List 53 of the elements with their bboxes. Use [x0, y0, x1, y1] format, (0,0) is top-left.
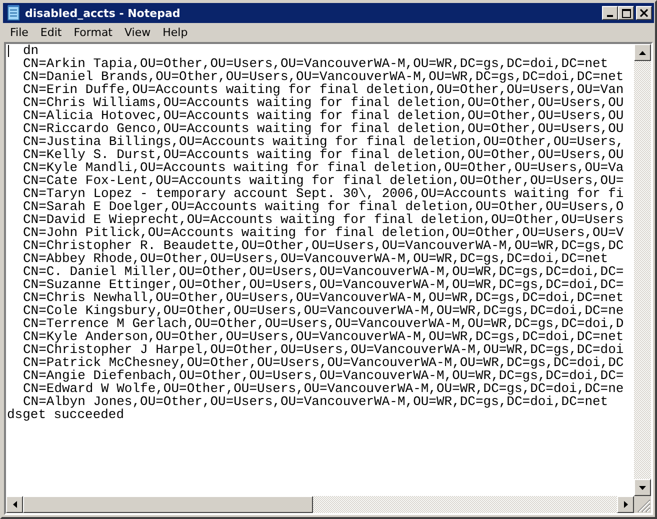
text-line: CN=Erin Duffe,OU=Accounts waiting for final deletion,OU=Other,OU=Users,OU=Van: [23, 83, 624, 96]
text-line: CN=Edward W Wolfe,OU=Other,OU=Users,OU=VancouverWA-M,OU=WR,DC=gs,DC=doi,DC=ne: [23, 382, 624, 395]
left-arrow-icon: [12, 501, 16, 508]
text-line: CN=Daniel Brands,OU=Other,OU=Users,OU=VancouverWA-M,OU=WR,DC=gs,DC=doi,DC=net: [23, 70, 624, 83]
text-line: CN=Sarah E Doelger,OU=Accounts waiting for final deletion,OU=Other,OU=Users,O: [23, 200, 624, 213]
right-arrow-icon: [624, 501, 628, 508]
text-line: CN=Riccardo Genco,OU=Accounts waiting for final deletion,OU=Other,OU=Users,OU: [23, 122, 624, 135]
scroll-left-button[interactable]: [6, 496, 23, 513]
horizontal-scrollbar[interactable]: [6, 496, 634, 513]
text-line: CN=Christopher R. Beaudette,OU=Other,OU=Users,OU=VancouverWA-M,OU=WR,DC=gs,DC: [23, 239, 624, 252]
text-line: CN=John Pitlick,OU=Accounts waiting for final deletion,OU=Other,OU=Users,OU=V: [23, 226, 624, 239]
text-line: CN=Chris Williams,OU=Accounts waiting for final deletion,OU=Other,OU=Users,OU: [23, 96, 624, 109]
maximize-button[interactable]: [618, 6, 634, 20]
text-line: CN=Alicia Hotovec,OU=Accounts waiting for final deletion,OU=Other,OU=Users,OU: [23, 109, 624, 122]
text-line: CN=Kyle Anderson,OU=Other,OU=Users,OU=VancouverWA-M,OU=WR,DC=gs,DC=doi,DC=net: [23, 330, 624, 343]
scroll-thumb[interactable]: [23, 496, 313, 513]
close-icon: [640, 9, 648, 17]
text-line: CN=Terrence M Gerlach,OU=Other,OU=Users,OU=VancouverWA-M,OU=WR,DC=gs,DC=doi,D: [23, 317, 624, 330]
maximize-icon: [622, 8, 630, 18]
text-line: CN=Taryn Lopez - temporary account Sept. 30\, 2006,OU=Accounts waiting for fi: [23, 187, 624, 200]
scroll-up-button[interactable]: [634, 44, 651, 61]
text-cursor: [8, 45, 9, 57]
up-arrow-icon: [639, 50, 646, 54]
minimize-button[interactable]: [602, 6, 618, 20]
menu-item[interactable]: View: [118, 26, 157, 39]
window-title: disabled_accts - Notepad: [25, 6, 182, 20]
text-line: CN=Abbey Rhode,OU=Other,OU=Users,OU=VancouverWA-M,OU=WR,DC=gs,DC=doi,DC=net: [23, 252, 608, 265]
text-line: CN=Chris Newhall,OU=Other,OU=Users,OU=VancouverWA-M,OU=WR,DC=gs,DC=doi,DC=net: [23, 291, 624, 304]
menu-item[interactable]: Format: [68, 26, 118, 39]
close-button[interactable]: [636, 6, 652, 20]
text-line: CN=David E Wieprecht,OU=Accounts waiting for final deletion,OU=Other,OU=Users: [23, 213, 624, 226]
text-line: CN=Christopher J Harpel,OU=Other,OU=Users,OU=VancouverWA-M,OU=WR,DC=gs,DC=doi: [23, 343, 624, 356]
notepad-icon: [7, 5, 21, 21]
menu-item[interactable]: Help: [156, 26, 194, 39]
text-line: CN=Angie Diefenbach,OU=Other,OU=Users,OU=VancouverWA-M,OU=WR,DC=gs,DC=doi,DC=: [23, 369, 624, 382]
text-line: CN=Kyle Mandli,OU=Accounts waiting for final deletion,OU=Other,OU=Users,OU=Va: [23, 161, 624, 174]
text-line: CN=Arkin Tapia,OU=Other,OU=Users,OU=VancouverWA-M,OU=WR,DC=gs,DC=doi,DC=net: [23, 57, 608, 70]
text-line: CN=Justina Billings,OU=Accounts waiting for final deletion,OU=Other,OU=Users,: [23, 135, 624, 148]
text-line: CN=C. Daniel Miller,OU=Other,OU=Users,OU=VancouverWA-M,OU=WR,DC=gs,DC=doi,DC=: [23, 265, 624, 278]
scroll-right-button[interactable]: [617, 496, 634, 513]
text-line: dn: [23, 44, 39, 57]
scroll-down-button[interactable]: [634, 479, 651, 496]
text-line: CN=Kelly S. Durst,OU=Accounts waiting for final deletion,OU=Other,OU=Users,OU: [23, 148, 624, 161]
text-line: CN=Suzanne Ettinger,OU=Other,OU=Users,OU=VancouverWA-M,OU=WR,DC=gs,DC=doi,DC=: [23, 278, 624, 291]
text-line: CN=Cate Fox-Lent,OU=Accounts waiting for final deletion,OU=Other,OU=Users,OU=: [23, 174, 624, 187]
text-line: CN=Albyn Jones,OU=Other,OU=Users,OU=VancouverWA-M,OU=WR,DC=gs,DC=doi,DC=net: [23, 395, 608, 408]
down-arrow-icon: [639, 486, 646, 490]
text-line: CN=Cole Kingsbury,OU=Other,OU=Users,OU=VancouverWA-M,OU=WR,DC=gs,DC=doi,DC=ne: [23, 304, 624, 317]
menu-item[interactable]: File: [4, 26, 34, 39]
menu-item[interactable]: Edit: [34, 26, 68, 39]
text-line: dsget succeeded: [7, 408, 124, 421]
vertical-scrollbar[interactable]: [634, 44, 651, 496]
text-line: CN=Patrick McChesney,OU=Other,OU=Users,OU=VancouverWA-M,OU=WR,DC=gs,DC=doi,DC: [23, 356, 624, 369]
